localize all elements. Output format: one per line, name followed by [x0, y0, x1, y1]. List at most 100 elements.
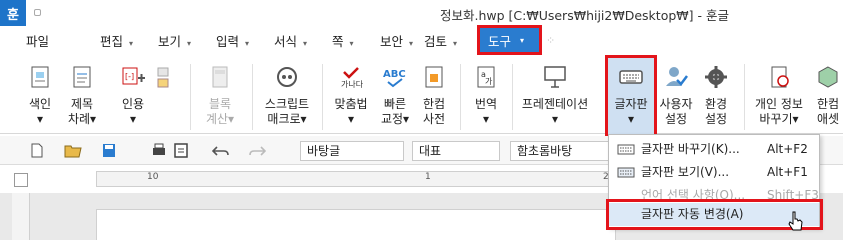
menu-insert-label: 입력 — [216, 34, 240, 49]
translate-button[interactable]: a가 번역 ▾ — [466, 56, 506, 134]
svg-text:ABC: ABC — [383, 69, 406, 80]
ribbon-separator — [322, 64, 323, 130]
preview-icon[interactable] — [174, 143, 188, 158]
keyboard-icon — [619, 70, 643, 84]
menu-tools-highlight — [477, 25, 542, 55]
block-calc-label: 블록 계산▾ — [205, 97, 235, 126]
svg-text:[-]: [-] — [125, 72, 134, 81]
menu-item-change-keyboard[interactable]: 글자판 바꾸기(K)... Alt+F2 — [609, 138, 819, 161]
gear-icon — [705, 66, 727, 88]
toc-button[interactable]: 제목 차례▾ — [60, 56, 104, 134]
menu-edit-label: 편집 — [100, 34, 124, 49]
font-combo-value: 함초롬바탕 — [517, 144, 573, 158]
chevron-down-icon: ▾ — [187, 39, 192, 48]
hancom-asset-button[interactable]: 한컴 애셋 — [808, 56, 843, 134]
quick-correct-icon: ABC — [383, 69, 406, 88]
menu-format[interactable]: 서식 ▾ — [274, 31, 307, 50]
font-combo[interactable]: 함초롬바탕 — [510, 141, 610, 161]
ruler-number: 10 — [147, 172, 159, 182]
hancom-asset-label: 한컴 애셋 — [816, 97, 840, 126]
user-settings-label: 사용자 설정 — [659, 97, 693, 126]
user-settings-button[interactable]: 사용자 설정 — [656, 56, 696, 134]
ribbon-separator — [190, 64, 191, 130]
paragraph-combo[interactable]: 대표 — [412, 141, 500, 161]
presentation-button[interactable]: 프레젠테이션 ▾ — [518, 56, 592, 134]
menu-review[interactable]: 검토 ▾ — [424, 31, 457, 50]
print-icon[interactable] — [152, 143, 166, 158]
chevron-down-icon: ▾ — [409, 39, 414, 48]
spellcheck-label: 맞춤법 ▾ — [334, 97, 368, 126]
spellcheck-icon: 가나다 — [341, 67, 364, 89]
menu-file[interactable]: 파일 — [26, 31, 49, 50]
macro-icon — [277, 67, 297, 87]
app-logo[interactable]: 훈 — [0, 0, 26, 26]
menu-edit[interactable]: 편집 ▾ — [100, 31, 133, 50]
document-page[interactable] — [96, 209, 616, 240]
menu-page[interactable]: 쪽 ▾ — [332, 31, 354, 50]
personal-info-label: 개인 정보 바꾸기▾ — [755, 97, 803, 126]
menu-view[interactable]: 보기 ▾ — [158, 31, 191, 50]
hancom-dictionary-button[interactable]: 한컴 사전 — [416, 56, 452, 134]
chevron-down-icon: ▾ — [453, 39, 458, 48]
citation-icon: [-] — [122, 67, 145, 85]
new-document-icon[interactable] — [30, 143, 44, 158]
ribbon-toggle-icon[interactable]: ⁘ — [546, 34, 560, 47]
menu-security[interactable]: 보안 ▾ — [380, 31, 413, 50]
index-icon — [31, 66, 49, 88]
personal-info-button[interactable]: 개인 정보 바꾸기▾ — [748, 56, 810, 134]
vertical-ruler[interactable] — [12, 193, 30, 240]
translate-icon: a가 — [477, 66, 495, 88]
title-bar: 훈 정보화.hwp [C:₩Users₩hiji2₩Desktop₩] - 훈글 — [0, 0, 843, 26]
chevron-down-icon: ▾ — [349, 39, 354, 48]
window-title: 정보화.hwp [C:₩Users₩hiji2₩Desktop₩] - 훈글 — [440, 8, 729, 23]
index-label: 색인 ▾ — [28, 97, 52, 126]
keyboard-label: 글자판 ▾ — [614, 97, 648, 126]
redo-icon[interactable] — [248, 143, 266, 158]
menu-item-shortcut: Alt+F1 — [767, 165, 808, 179]
paragraph-combo-value: 대표 — [419, 144, 442, 158]
style-combo[interactable]: 바탕글 — [300, 141, 404, 161]
svg-text:가: 가 — [485, 77, 493, 86]
quick-correct-button[interactable]: ABC 빠른 교정▾ — [376, 56, 414, 134]
style-combo-value: 바탕글 — [307, 144, 341, 158]
quick-correct-label: 빠른 교정▾ — [380, 97, 410, 126]
ribbon-separator — [744, 64, 745, 130]
script-macro-label: 스크립트 매크로▾ — [264, 97, 310, 126]
menu-insert[interactable]: 입력 ▾ — [216, 31, 249, 50]
menu-view-label: 보기 — [158, 34, 182, 49]
toc-label: 제목 차례▾ — [67, 97, 97, 126]
block-calc-button[interactable]: 블록 계산▾ — [196, 56, 244, 134]
copy-icon — [157, 67, 169, 88]
asset-icon — [818, 66, 838, 88]
open-folder-icon[interactable] — [64, 143, 82, 158]
menu-item-label: 글자판 보기(V)... — [641, 165, 730, 179]
presentation-icon — [544, 66, 566, 88]
menu-item-view-keyboard[interactable]: 글자판 보기(V)... Alt+F1 — [609, 161, 819, 184]
calculator-icon — [212, 66, 228, 88]
user-settings-icon — [666, 67, 688, 86]
chevron-down-icon: ▾ — [129, 39, 134, 48]
undo-icon[interactable] — [212, 143, 230, 158]
chevron-down-icon: ▾ — [245, 39, 250, 48]
ruler-corner-icon[interactable] — [14, 173, 28, 187]
toc-icon — [73, 66, 91, 88]
hancom-dictionary-label: 한컴 사전 — [422, 97, 446, 126]
ribbon-separator — [252, 64, 253, 130]
save-icon[interactable] — [102, 143, 116, 158]
horizontal-ruler[interactable]: 10 1 2 — [96, 171, 616, 187]
preferences-button[interactable]: 환경 설정 — [698, 56, 734, 134]
svg-text:가나다: 가나다 — [341, 80, 364, 89]
quick-access-icon[interactable] — [34, 9, 41, 16]
ribbon-separator — [512, 64, 513, 130]
spellcheck-button[interactable]: 가나다 맞춤법 ▾ — [328, 56, 374, 134]
citation-tools[interactable] — [150, 56, 180, 134]
menu-review-label: 검토 — [424, 34, 448, 49]
menu-page-label: 쪽 — [332, 34, 344, 49]
presentation-label: 프레젠테이션 ▾ — [521, 97, 589, 126]
script-macro-button[interactable]: 스크립트 매크로▾ — [258, 56, 316, 134]
keyboard-button[interactable]: 글자판 ▾ — [608, 56, 654, 134]
index-button[interactable]: 색인 ▾ — [20, 56, 60, 134]
translate-label: 번역 ▾ — [474, 97, 498, 126]
preferences-label: 환경 설정 — [704, 97, 728, 126]
menu-file-label: 파일 — [26, 34, 50, 49]
